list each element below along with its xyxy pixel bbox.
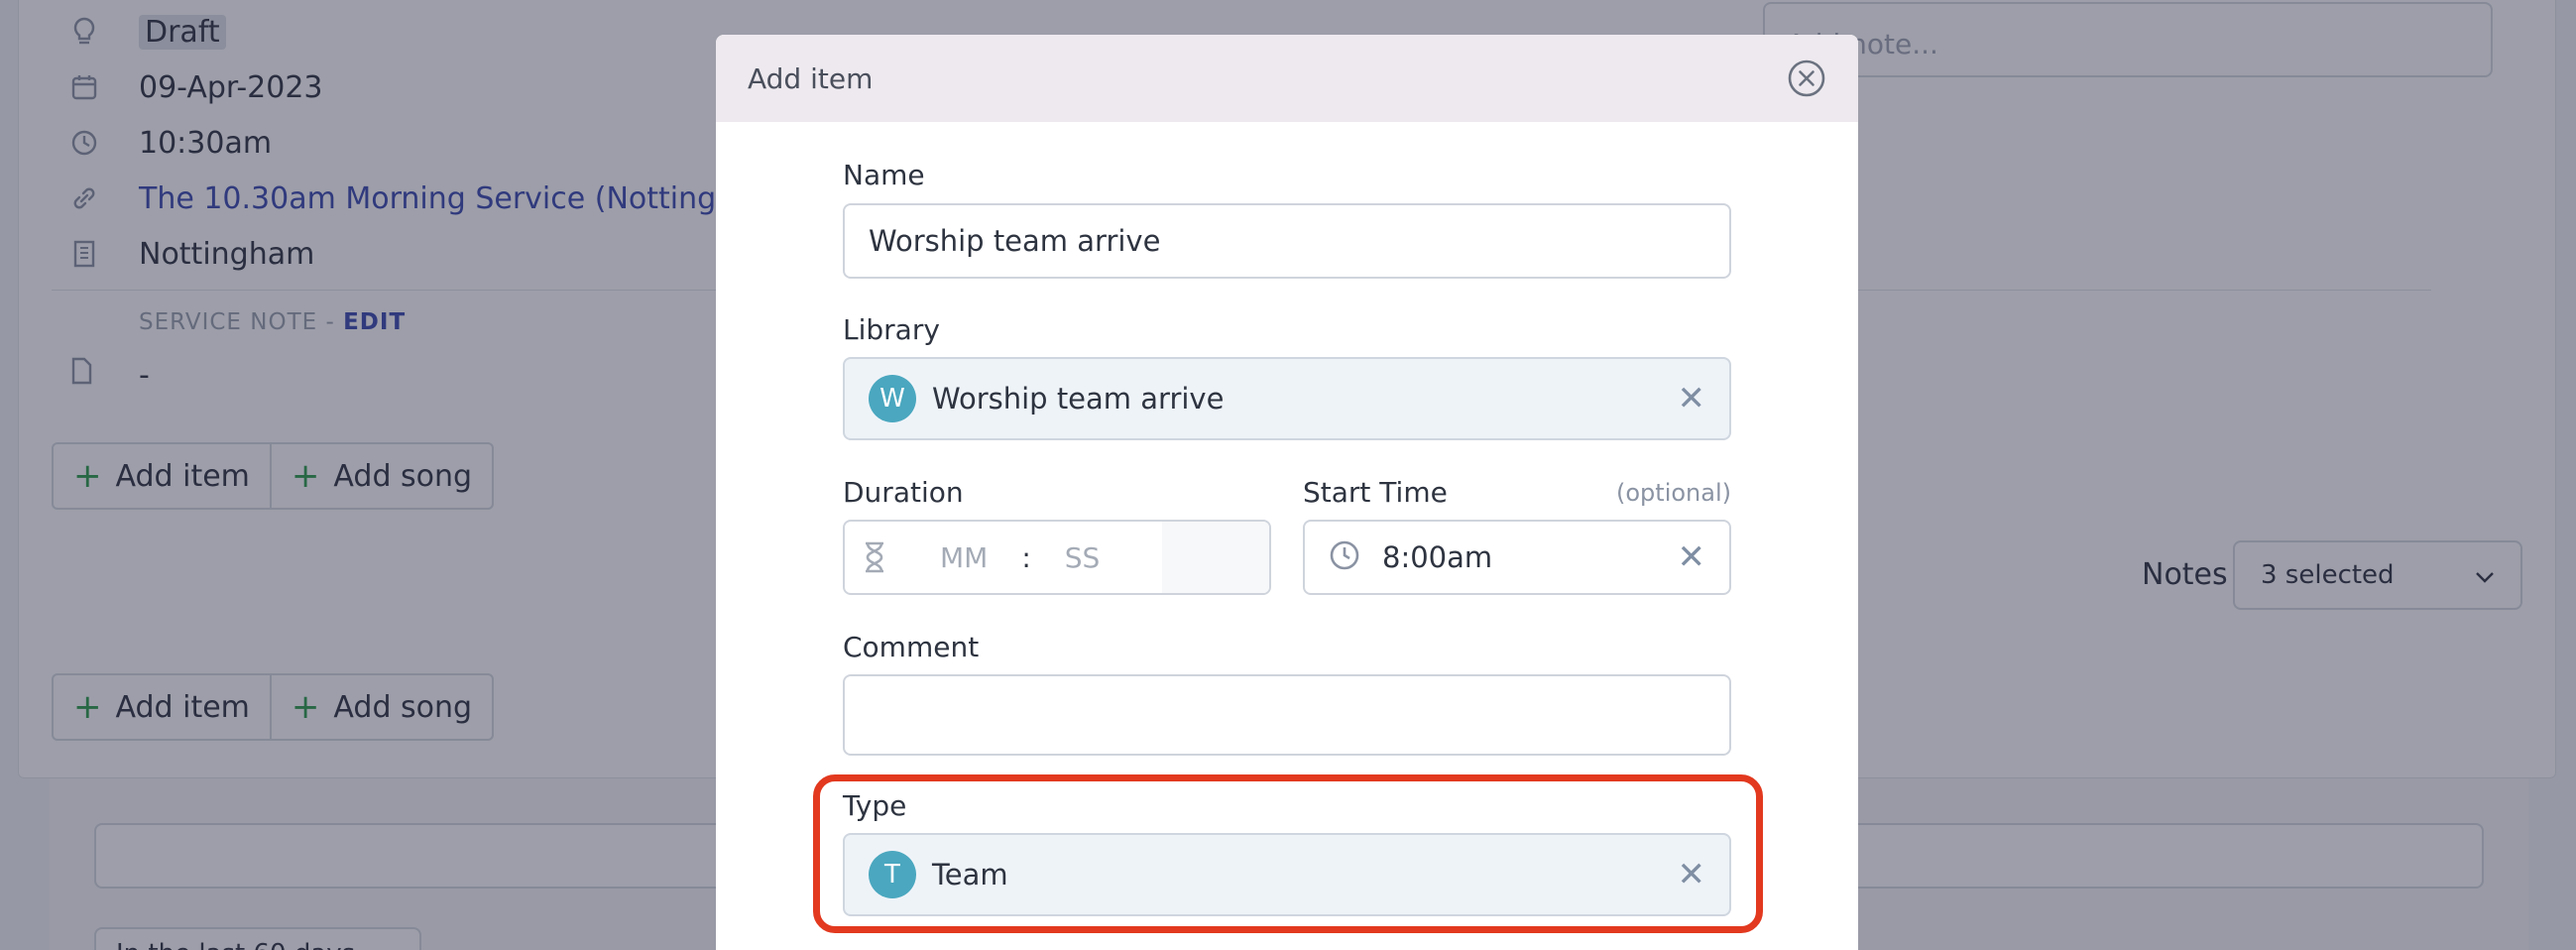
start-time-value: 8:00am (1382, 540, 1493, 574)
type-avatar: T (869, 851, 916, 898)
clock-icon (1329, 539, 1360, 575)
duration-minutes-field[interactable]: MM (940, 541, 988, 574)
start-time-input[interactable]: 8:00am ✕ (1303, 520, 1731, 595)
clear-icon[interactable]: ✕ (1678, 540, 1706, 574)
start-time-optional: (optional) (1616, 479, 1731, 507)
start-time-label: Start Time (1303, 476, 1448, 509)
add-item-modal: Add item Name Worship team arrive Librar… (716, 35, 1858, 950)
modal-header: Add item (716, 35, 1858, 122)
type-value: Team (932, 858, 1008, 891)
comment-label: Comment (843, 631, 980, 663)
type-label: Type (843, 789, 907, 822)
library-avatar: W (869, 375, 916, 422)
duration-input[interactable]: MM : SS (843, 520, 1271, 595)
type-select[interactable]: T Team ✕ (843, 833, 1731, 916)
hourglass-icon (845, 541, 904, 573)
clear-icon[interactable]: ✕ (1678, 382, 1706, 416)
comment-textarea[interactable] (843, 674, 1731, 756)
library-select[interactable]: W Worship team arrive ✕ (843, 357, 1731, 440)
duration-label: Duration (843, 476, 964, 509)
duration-seconds-field[interactable]: SS (1065, 541, 1101, 574)
library-label: Library (843, 313, 940, 346)
clear-icon[interactable]: ✕ (1678, 858, 1706, 891)
close-circle-icon[interactable] (1787, 59, 1826, 98)
name-label: Name (843, 159, 925, 191)
modal-title: Add item (748, 61, 874, 95)
library-value: Worship team arrive (932, 382, 1225, 416)
duration-separator: : (1021, 540, 1031, 574)
name-input[interactable]: Worship team arrive (843, 203, 1731, 279)
